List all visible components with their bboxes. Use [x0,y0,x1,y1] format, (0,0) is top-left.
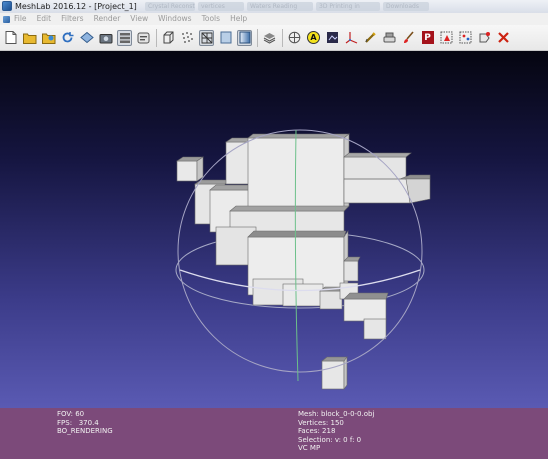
trackball-icon[interactable] [287,30,302,46]
menu-edit[interactable]: Edit [37,13,52,25]
select-vertices-icon[interactable] [458,30,473,46]
raster-icon[interactable] [325,30,340,46]
measure-icon[interactable] [363,30,378,46]
p-icon: P [421,31,434,44]
menu-filters[interactable]: Filters [61,13,83,25]
snapshot-icon[interactable] [98,30,113,46]
toolbar-separator [257,28,258,47]
render-mode-text: BO_RENDERING [57,427,113,436]
faces-text: Faces: 218 [298,427,336,436]
import-mesh-icon[interactable] [41,30,56,46]
main-toolbar: A P [0,25,548,51]
vertices-text: Vertices: 150 [298,418,344,427]
export-mesh-icon[interactable] [79,30,94,46]
3d-viewport[interactable] [0,51,548,408]
points-icon[interactable] [180,30,195,46]
select-component-icon[interactable] [477,30,492,46]
delete-icon[interactable] [496,30,511,46]
meshlab-app-icon [2,1,12,11]
menu-view[interactable]: View [130,13,148,25]
fps-text: FPS: 370.4 [57,418,99,427]
background-tab: vertices [198,2,244,11]
a-icon: A [307,31,320,44]
open-project-icon[interactable] [22,30,37,46]
mesh-info: Mesh: block_0-0-0.obj Vertices: 150 Face… [298,410,374,453]
background-window-tabs: Crystal Reconstr. vertices Waters Readin… [145,2,429,11]
scripting-icon[interactable] [136,30,151,46]
window-title: MeshLab 2016.12 - [Project_1] [15,2,137,11]
toolbar-separator [282,28,283,47]
selection-text: Selection: v: 0 f: 0 [298,435,362,444]
app-menu-icon[interactable] [2,15,12,24]
info-panel: FOV: 60 FPS: 370.4 BO_RENDERING Mesh: bl… [0,408,548,459]
background-tab: Downloads [383,2,429,11]
mesh-name-text: Mesh: block_0-0-0.obj [298,410,375,418]
menu-help[interactable]: Help [230,13,247,25]
new-project-icon[interactable] [3,30,18,46]
flat-shading-icon[interactable] [218,30,233,46]
axis-align-icon[interactable] [344,30,359,46]
menu-windows[interactable]: Windows [158,13,191,25]
texture-icon[interactable] [262,30,277,46]
title-bar: MeshLab 2016.12 - [Project_1] Crystal Re… [0,0,548,13]
background-tab: Waters Reading [247,2,313,11]
menu-file[interactable]: File [14,13,27,25]
menu-render[interactable]: Render [94,13,121,25]
menu-bar: File Edit Filters Render View Windows To… [0,13,548,25]
reload-icon[interactable] [60,30,75,46]
wireframe-icon[interactable] [199,29,214,46]
toolbar-separator [156,28,157,47]
lighting-icon[interactable] [382,30,397,46]
background-tab: 3D Printing in [316,2,380,11]
layers-icon[interactable] [117,29,132,46]
render-info: FOV: 60 FPS: 370.4 BO_RENDERING [57,410,113,436]
menu-tools[interactable]: Tools [202,13,220,25]
annotation-tool-button[interactable]: A [306,30,321,46]
fov-text: FOV: 60 [57,410,85,418]
mesh-scene [175,129,431,390]
pick-tool-button[interactable]: P [420,30,435,46]
vc-mp-text: VC MP [298,444,321,453]
background-tab: Crystal Reconstr. [145,2,195,11]
select-faces-icon[interactable] [439,30,454,46]
paint-brush-icon[interactable] [401,30,416,46]
smooth-shading-icon[interactable] [237,29,252,46]
bounding-box-icon[interactable] [161,30,176,46]
